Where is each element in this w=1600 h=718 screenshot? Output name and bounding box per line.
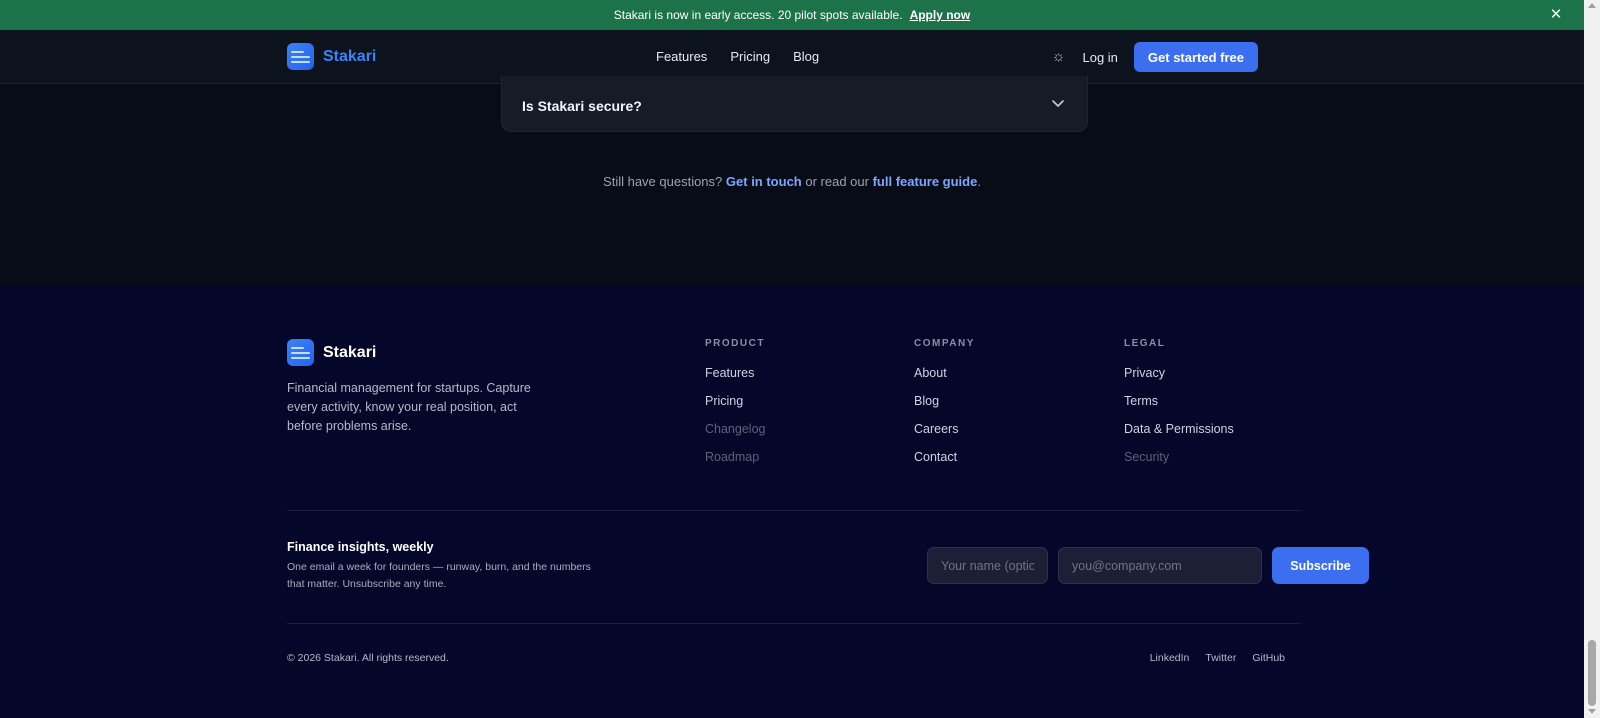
scroll-down-icon[interactable]: [1588, 709, 1596, 714]
footer-heading-company: COMPANY: [914, 338, 975, 349]
footer-link-terms[interactable]: Terms: [1124, 394, 1234, 409]
footer-link-data-permissions[interactable]: Data & Permissions: [1124, 422, 1234, 437]
email-input[interactable]: [1058, 547, 1262, 584]
feature-guide-link[interactable]: full feature guide: [873, 174, 978, 189]
name-input[interactable]: [927, 547, 1048, 584]
brand-logo[interactable]: Stakari: [287, 43, 376, 70]
social-link-github[interactable]: GitHub: [1252, 652, 1285, 664]
footer-description: Financial management for startups. Captu…: [287, 381, 531, 433]
still-middle: or read our: [805, 174, 869, 189]
footer-link-contact[interactable]: Contact: [914, 450, 975, 465]
chevron-down-icon: [1052, 100, 1064, 107]
sun-icon[interactable]: ☼: [1050, 49, 1066, 65]
social-link-linkedin[interactable]: LinkedIn: [1150, 652, 1190, 664]
newsletter-form: Subscribe: [927, 547, 1369, 584]
announcement-banner: Stakari is now in early access. 20 pilot…: [0, 0, 1584, 30]
footer-link-changelog[interactable]: Changelog: [705, 422, 765, 437]
scroll-thumb[interactable]: [1588, 640, 1596, 706]
footer-link-blog[interactable]: Blog: [914, 394, 975, 409]
footer-column-company: COMPANY About Blog Careers Contact: [914, 338, 975, 478]
nav-link-blog[interactable]: Blog: [793, 49, 819, 64]
logo-icon: [287, 43, 314, 70]
footer-link-privacy[interactable]: Privacy: [1124, 366, 1234, 381]
faq-item[interactable]: Is Stakari secure?: [501, 76, 1088, 132]
close-icon[interactable]: ✕: [1548, 7, 1564, 23]
footer-link-about[interactable]: About: [914, 366, 975, 381]
social-links: LinkedIn Twitter GitHub: [1150, 652, 1285, 664]
footer-divider-top: [287, 510, 1301, 511]
footer-heading-legal: LEGAL: [1124, 338, 1166, 349]
nav-actions: ☼ Log in Get started free: [1050, 42, 1258, 72]
faq-question: Is Stakari secure?: [522, 98, 642, 114]
footer-brand[interactable]: Stakari: [287, 339, 376, 366]
banner-text: Stakari is now in early access. 20 pilot…: [613, 8, 903, 22]
nav-link-features[interactable]: Features: [656, 49, 707, 64]
nav-links: Features Pricing Blog: [656, 49, 819, 64]
footer-link-features[interactable]: Features: [705, 366, 765, 381]
footer: Stakari Financial management for startup…: [0, 285, 1584, 718]
footer-brand-name: Stakari: [323, 343, 377, 361]
footer-divider-bottom: [287, 623, 1301, 624]
brand-name: Stakari: [323, 47, 377, 65]
newsletter-description: One email a week for founders — runway, …: [287, 561, 591, 590]
footer-column-legal: LEGAL Privacy Terms Data & Permissions S…: [1124, 338, 1234, 478]
footer-link-careers[interactable]: Careers: [914, 422, 975, 437]
still-suffix: .: [977, 174, 981, 189]
apply-now-link[interactable]: Apply now: [910, 8, 971, 22]
page-scrollbar[interactable]: [1584, 0, 1600, 718]
login-link[interactable]: Log in: [1082, 50, 1117, 65]
newsletter-title: Finance insights, weekly: [287, 540, 434, 554]
still-prefix: Still have questions?: [603, 174, 723, 189]
copyright: © 2026 Stakari. All rights reserved.: [287, 652, 449, 664]
subscribe-button[interactable]: Subscribe: [1272, 547, 1369, 584]
footer-logo-icon: [287, 339, 314, 366]
footer-column-product: PRODUCT Features Pricing Changelog Roadm…: [705, 338, 765, 478]
get-started-button[interactable]: Get started free: [1133, 42, 1258, 72]
get-in-touch-link[interactable]: Get in touch: [726, 174, 802, 189]
footer-link-pricing[interactable]: Pricing: [705, 394, 765, 409]
still-have-questions: Still have questions? Get in touch or re…: [0, 174, 1584, 189]
footer-link-security[interactable]: Security: [1124, 450, 1234, 465]
nav-link-pricing[interactable]: Pricing: [730, 49, 770, 64]
social-link-twitter[interactable]: Twitter: [1205, 652, 1236, 664]
footer-heading-product: PRODUCT: [705, 338, 765, 349]
footer-link-roadmap[interactable]: Roadmap: [705, 450, 765, 465]
scroll-up-icon[interactable]: [1588, 3, 1596, 8]
